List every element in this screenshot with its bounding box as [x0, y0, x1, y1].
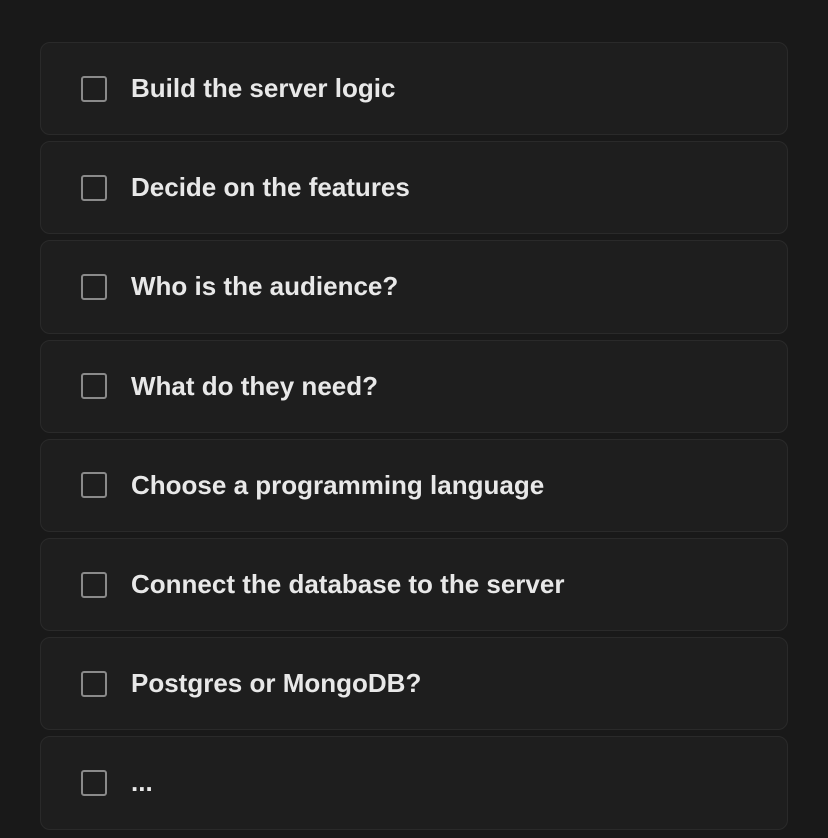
checkbox-icon[interactable] [81, 472, 107, 498]
task-item[interactable]: Decide on the features [40, 141, 788, 234]
checkbox-icon[interactable] [81, 572, 107, 598]
task-item[interactable]: Choose a programming language [40, 439, 788, 532]
task-label: Choose a programming language [131, 470, 544, 501]
task-item[interactable]: ... [40, 736, 788, 829]
task-label: What do they need? [131, 371, 378, 402]
checkbox-icon[interactable] [81, 76, 107, 102]
task-label: Decide on the features [131, 172, 410, 203]
checkbox-icon[interactable] [81, 770, 107, 796]
task-item[interactable]: What do they need? [40, 340, 788, 433]
task-item[interactable]: Who is the audience? [40, 240, 788, 333]
task-list: Build the server logic Decide on the fea… [40, 42, 788, 830]
task-label: Postgres or MongoDB? [131, 668, 421, 699]
task-item[interactable]: Connect the database to the server [40, 538, 788, 631]
task-label: Who is the audience? [131, 271, 398, 302]
checkbox-icon[interactable] [81, 373, 107, 399]
task-label: Build the server logic [131, 73, 395, 104]
checkbox-icon[interactable] [81, 274, 107, 300]
checkbox-icon[interactable] [81, 671, 107, 697]
task-label: Connect the database to the server [131, 569, 564, 600]
task-item[interactable]: Build the server logic [40, 42, 788, 135]
task-item[interactable]: Postgres or MongoDB? [40, 637, 788, 730]
task-label: ... [131, 767, 153, 798]
checkbox-icon[interactable] [81, 175, 107, 201]
